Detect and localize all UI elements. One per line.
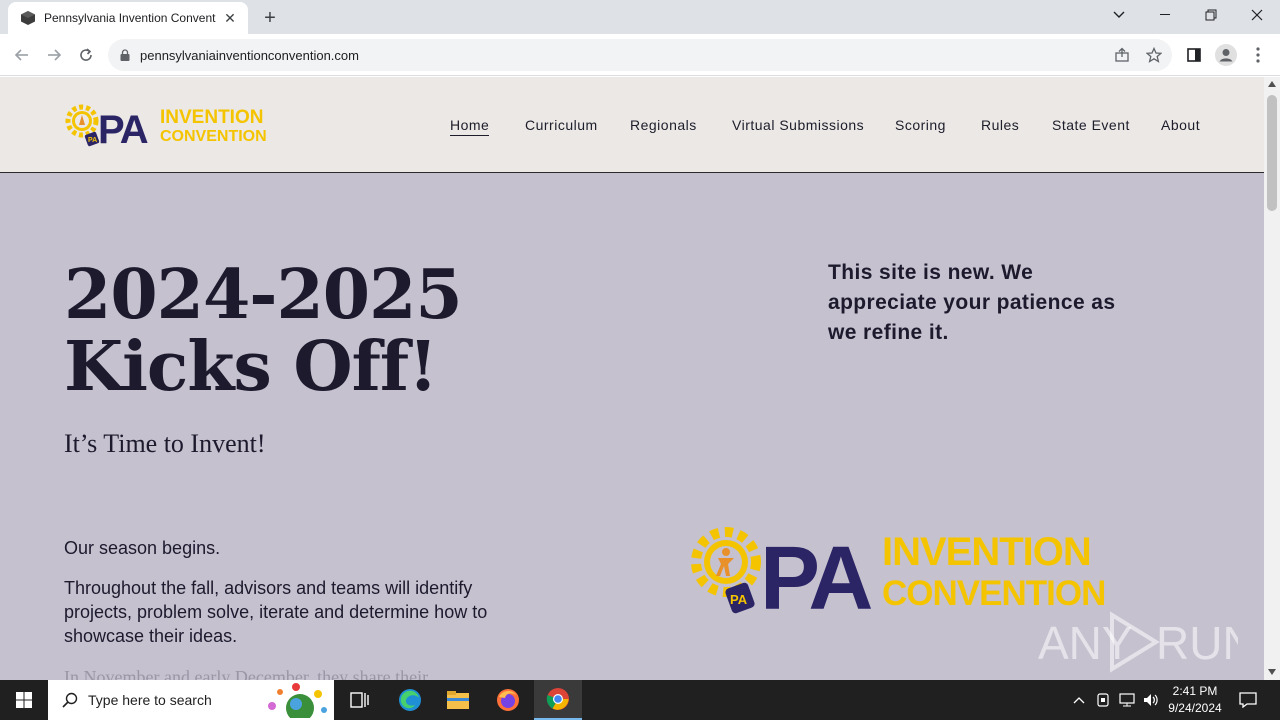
hero-logo: PA PA INVENTION CONVENTION: [691, 527, 1106, 617]
address-bar[interactable]: pennsylvaniainventionconvention.com: [108, 39, 1172, 71]
menu-dots-icon[interactable]: [1246, 43, 1270, 67]
scroll-up-icon[interactable]: [1268, 81, 1276, 87]
logo-badge: PA: [88, 137, 97, 144]
nav-regionals[interactable]: Regionals: [630, 117, 697, 133]
nav-virtual-submissions[interactable]: Virtual Submissions: [732, 117, 864, 133]
tab-title: Pennsylvania Invention Convent: [44, 11, 216, 25]
restore-button[interactable]: [1188, 0, 1234, 30]
hero-title: 2024-2025 Kicks Off!: [64, 255, 463, 407]
scroll-thumb[interactable]: [1267, 95, 1277, 211]
site-notice: This site is new. We appreciate your pat…: [828, 261, 1116, 344]
profile-icon[interactable]: [1214, 43, 1238, 67]
file-explorer-icon[interactable]: [434, 680, 482, 720]
nav-rules[interactable]: Rules: [981, 117, 1019, 133]
clock-time: 2:41 PM: [1172, 684, 1218, 698]
search-placeholder: Type here to search: [88, 692, 212, 708]
site-favicon-icon: [21, 11, 35, 25]
hero-subtitle: It’s Time to Invent!: [64, 429, 266, 458]
close-window-button[interactable]: [1234, 0, 1280, 30]
taskbar: Type here to search 2:41 PM 9/24/2024: [0, 680, 1280, 720]
scroll-down-icon[interactable]: [1268, 669, 1276, 675]
tab-strip: Pennsylvania Invention Convent ✕ +: [0, 0, 1280, 34]
new-tab-button[interactable]: +: [258, 6, 282, 30]
season-paragraph: Our season begins.: [64, 538, 221, 558]
tab-search-icon[interactable]: [1096, 0, 1142, 30]
task-view-icon[interactable]: [336, 680, 384, 720]
logo-line2: CONVENTION: [160, 128, 267, 145]
page-viewport: PA PA INVENTION CONVENTION Home Curricul…: [0, 77, 1264, 680]
star-icon[interactable]: [1142, 43, 1166, 67]
lock-icon[interactable]: [120, 49, 130, 61]
nav-curriculum[interactable]: Curriculum: [525, 117, 598, 133]
search-highlight-image: [268, 683, 327, 718]
browser-toolbar: pennsylvaniainventionconvention.com: [0, 34, 1280, 76]
back-arrow-icon[interactable]: [10, 43, 34, 67]
hero-logo-badge: PA: [730, 592, 748, 607]
forward-arrow-icon[interactable]: [42, 43, 66, 67]
watermark-right: RUN: [1156, 617, 1238, 669]
tray-overflow-icon[interactable]: [1068, 680, 1090, 720]
minimize-button[interactable]: [1142, 0, 1188, 30]
site-logo[interactable]: PA PA INVENTION CONVENTION: [64, 99, 274, 151]
tab-close-icon[interactable]: ✕: [220, 8, 240, 28]
nav-home[interactable]: Home: [450, 117, 490, 136]
chrome-icon[interactable]: [534, 680, 582, 720]
firefox-icon[interactable]: [484, 680, 532, 720]
watermark-left: ANY: [1038, 617, 1133, 669]
reload-icon[interactable]: [74, 43, 98, 67]
system-clock[interactable]: 2:41 PM 9/24/2024: [1160, 683, 1230, 717]
hero-logo-pa: PA: [760, 529, 871, 617]
page-scrollbar[interactable]: [1264, 77, 1280, 680]
notifications-icon[interactable]: [1234, 680, 1262, 720]
browser-tab[interactable]: Pennsylvania Invention Convent ✕: [8, 2, 248, 34]
anyrun-watermark: ANY RUN: [1038, 611, 1238, 673]
tray-device-icon[interactable]: [1093, 680, 1113, 720]
november-paragraph: In November and early December, they sha…: [64, 667, 429, 680]
logo-pa: PA: [98, 108, 148, 151]
volume-icon[interactable]: [1140, 680, 1162, 720]
site-header: PA PA INVENTION CONVENTION Home Curricul…: [0, 77, 1264, 173]
nav-about[interactable]: About: [1161, 117, 1200, 133]
network-icon[interactable]: [1116, 680, 1138, 720]
edge-icon[interactable]: [386, 680, 434, 720]
search-icon: [62, 692, 78, 708]
windows-start-icon[interactable]: [0, 680, 48, 720]
side-panel-icon[interactable]: [1182, 43, 1206, 67]
share-icon[interactable]: [1110, 43, 1134, 67]
taskbar-search[interactable]: Type here to search: [48, 680, 334, 720]
fall-paragraph: Throughout the fall, advisors and teams …: [64, 578, 488, 646]
url-text[interactable]: pennsylvaniainventionconvention.com: [140, 48, 359, 63]
nav-scoring[interactable]: Scoring: [895, 117, 946, 133]
clock-date: 9/24/2024: [1168, 701, 1222, 715]
logo-line1: INVENTION: [160, 107, 263, 128]
nav-state-event[interactable]: State Event: [1052, 117, 1130, 133]
hero-logo-line1: INVENTION: [882, 530, 1091, 574]
